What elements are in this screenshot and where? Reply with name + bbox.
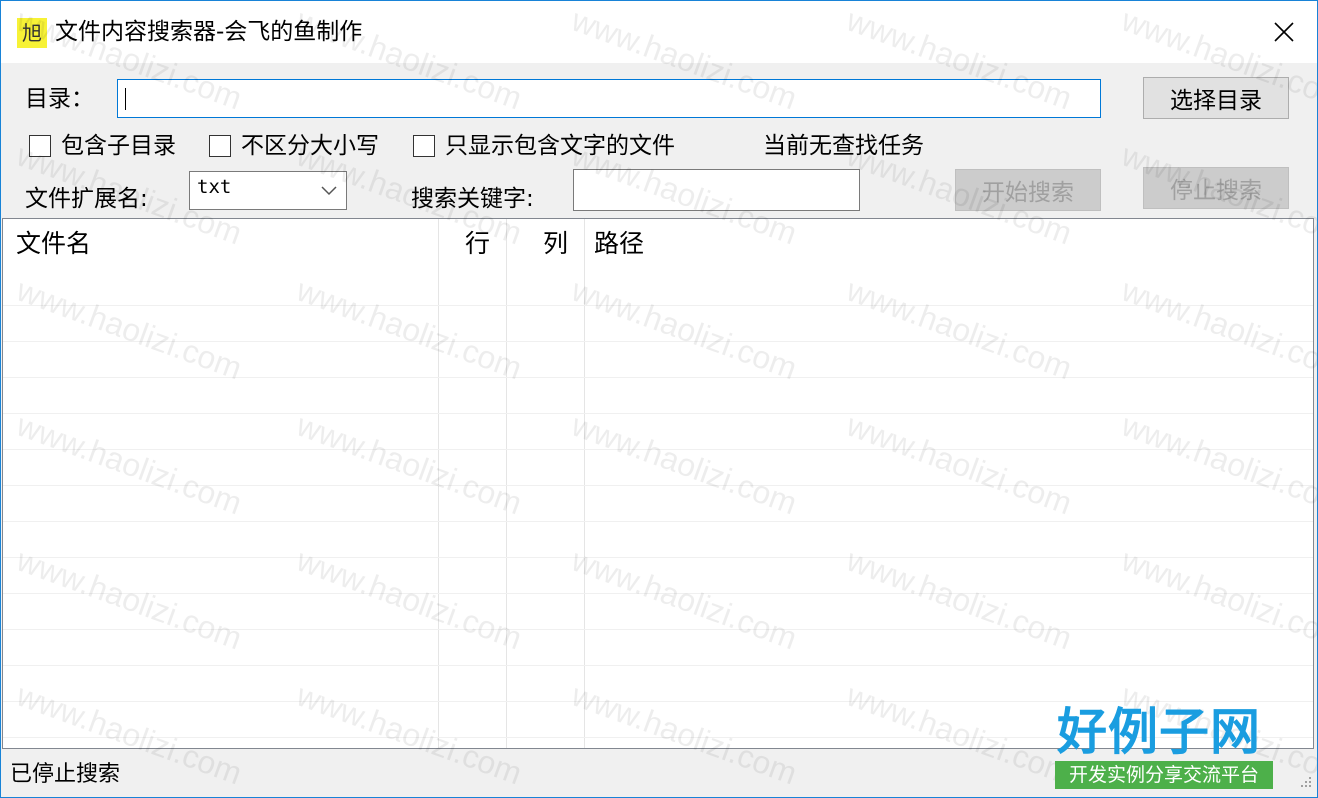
only-matching-checkbox-label[interactable]: 只显示包含文字的文件 bbox=[445, 132, 675, 160]
row-line bbox=[3, 737, 1313, 738]
dir-label: 目录： bbox=[25, 86, 94, 112]
status-bar-text: 已停止搜索 bbox=[10, 762, 121, 787]
choose-dir-button[interactable]: 选择目录 bbox=[1143, 77, 1289, 119]
row-line bbox=[3, 521, 1313, 522]
column-header-path[interactable]: 路径 bbox=[594, 219, 644, 269]
stop-search-button[interactable]: 停止搜索 bbox=[1143, 167, 1289, 209]
ext-label: 文件扩展名: bbox=[25, 186, 148, 212]
results-table[interactable]: 文件名 行 列 路径 bbox=[2, 218, 1314, 749]
ignore-case-checkbox[interactable] bbox=[209, 135, 231, 157]
task-status-text: 当前无查找任务 bbox=[763, 133, 924, 159]
keyword-input[interactable] bbox=[573, 169, 860, 211]
close-icon bbox=[1274, 22, 1294, 42]
row-line bbox=[3, 413, 1313, 414]
status-bar: 已停止搜索 bbox=[1, 753, 1317, 797]
ext-select-value: txt bbox=[197, 176, 232, 198]
only-matching-checkbox[interactable] bbox=[413, 135, 435, 157]
column-header-column[interactable]: 列 bbox=[543, 219, 568, 269]
row-line bbox=[3, 449, 1313, 450]
start-search-button[interactable]: 开始搜索 bbox=[955, 169, 1101, 211]
row-line bbox=[3, 305, 1313, 306]
ext-select[interactable]: txt bbox=[189, 171, 347, 210]
subdir-checkbox-label[interactable]: 包含子目录 bbox=[61, 132, 176, 160]
app-window: 旭 文件内容搜索器-会飞的鱼制作 目录： 选择目录 包含子目录 不区分大小写 只… bbox=[0, 0, 1318, 798]
row-line bbox=[3, 665, 1313, 666]
column-separator[interactable] bbox=[584, 219, 585, 748]
app-icon: 旭 bbox=[17, 18, 47, 48]
subdir-checkbox[interactable] bbox=[29, 135, 51, 157]
row-line bbox=[3, 377, 1313, 378]
row-line bbox=[3, 701, 1313, 702]
resize-grip-icon[interactable] bbox=[1297, 775, 1313, 791]
close-button[interactable] bbox=[1251, 1, 1317, 63]
text-caret bbox=[125, 88, 126, 110]
chevron-down-icon bbox=[321, 186, 337, 196]
column-header-filename[interactable]: 文件名 bbox=[16, 219, 91, 269]
row-line bbox=[3, 485, 1313, 486]
ignore-case-checkbox-label[interactable]: 不区分大小写 bbox=[241, 132, 379, 160]
row-line bbox=[3, 629, 1313, 630]
row-line bbox=[3, 341, 1313, 342]
row-line bbox=[3, 557, 1313, 558]
title-bar[interactable]: 旭 文件内容搜索器-会飞的鱼制作 bbox=[1, 1, 1317, 63]
column-separator[interactable] bbox=[506, 219, 507, 748]
row-line bbox=[3, 593, 1313, 594]
dir-input[interactable] bbox=[117, 79, 1101, 118]
column-header-line[interactable]: 行 bbox=[465, 219, 490, 269]
window-title: 文件内容搜索器-会飞的鱼制作 bbox=[55, 19, 363, 45]
keyword-label: 搜索关键字: bbox=[411, 186, 534, 212]
column-separator[interactable] bbox=[438, 219, 439, 748]
